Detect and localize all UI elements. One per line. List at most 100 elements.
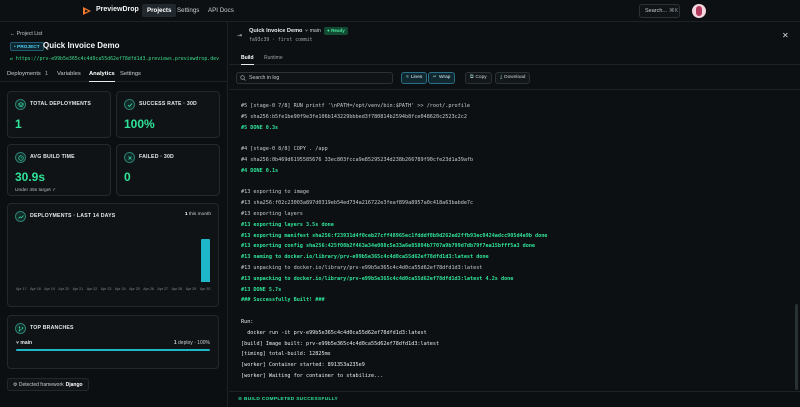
commit-hash: fa93c39 [249,38,270,43]
branches-title: TOP BRANCHES [30,325,74,331]
chart-x-tick-label: Apr 17 [16,287,27,291]
copy-icon: ⧉ [470,75,474,80]
tab-build[interactable]: Build [241,55,254,65]
commit-message: first commit [277,38,313,43]
preview-url-link[interactable]: ⇄ https://prv-e99b5e365c4c4d0ca55d62ef78… [10,56,219,62]
log-toolbar: Search in log ≡ Lines ↵ Wrap ⧉ Copy ⤓ Downlo… [229,66,800,90]
branch-stat: 1 deploy · 100% [174,340,210,346]
chart-x-tick-label: Apr 20 [58,287,70,291]
run-branch-text: main [309,28,321,34]
log-line: #13 unpacking to docker.io/library/prv-e… [241,264,483,271]
log-line: Run: [241,318,254,325]
log-line: [build] Image built: prv-e99b5e365c4c4d0… [241,340,440,347]
tab-runtime[interactable]: Runtime [264,55,283,65]
download-icon: ⤓ [500,75,503,80]
detected-framework-badge: ⚙ Detected framework Django [7,378,89,391]
download-button[interactable]: ⤓ Download [495,72,531,84]
run-commit: fa93c39 · first commit [249,38,313,43]
chart-x-tick-label: Apr 22 [86,287,98,291]
close-icon[interactable]: ✕ [782,31,789,40]
user-avatar[interactable] [692,4,706,18]
build-log-output[interactable]: #5 [stage-0 7/8] RUN printf '\nPATH=/opt… [241,101,786,382]
card-label: FAILED · 30D [139,154,174,160]
log-line: [worker] Container started: 891353a235e9 [241,362,365,369]
lines-label: Lines [410,75,423,80]
month-total-label: this month [188,212,211,217]
framework-value: Django [65,382,83,388]
chart-x-labels: Apr 17 Apr 18 Apr 19 Apr 20 Apr 21 Apr 22 Apr … [15,287,213,293]
app-logo-icon[interactable] [82,6,92,16]
top-bar: PreviewDrop Projects Settings API Docs S… [0,0,800,22]
log-line: ### Successfully Built! ### [241,297,325,304]
check-circle-icon [124,99,135,110]
wrap-toggle[interactable]: ↵ Wrap [428,72,456,84]
card-value: 30.9s [15,170,46,184]
log-line: #13 exporting config sha256:425f08b2f463… [241,243,536,250]
back-to-project-list-link[interactable]: ← Project List [10,31,42,37]
branch-count: 1 [173,340,177,346]
card-subtext: Under 45s target ✓ [15,188,57,193]
status-badge: ● Ready [324,27,348,35]
deployments-chart-card: DEPLOYMENTS · LAST 14 DAYS 1 this month … [7,203,219,307]
log-line: #4 DONE 0.1s [241,167,279,174]
chart-x-tick-label: Apr 24 [115,287,126,291]
layers-icon [15,99,26,110]
chart-x-tick-label: Apr 18 [30,287,41,291]
chart-x-tick-label: Apr 25 [129,287,140,291]
chart-month-total: 1 this month [185,212,211,217]
tab-deployments-count: 1 [44,71,49,77]
list-icon: ≡ [406,75,409,80]
log-line: #5 sha256:b5fe1be90f9e3fe106b143229bbbed… [241,113,467,120]
nav-api-docs[interactable]: API Docs [203,4,239,17]
wrap-label: Wrap [439,75,451,80]
project-tabs: Deployments 1 Variables Analytics Setting… [0,69,228,82]
log-line: #4 sha256:0b469d6195585676 33ec803fcca9e… [241,156,474,163]
preview-url-text: https://prv-e99b5e365c4c4d0ca55d62ef78df… [15,56,220,62]
card-label: AVG BUILD TIME [30,154,75,160]
tab-analytics[interactable]: Analytics [89,71,115,82]
log-search-input[interactable]: Search in log [236,72,393,84]
log-scrollbar[interactable] [795,304,798,390]
log-line: #13 exporting to image [241,189,310,196]
card-value: 1 [15,117,22,131]
lines-toggle[interactable]: ≡ Lines [401,72,428,84]
log-line: #13 DONE 5.7s [241,286,282,293]
tab-variables[interactable]: Variables [57,71,81,82]
arrow-left-icon: ← [10,31,17,37]
status-badge-text: Ready [331,28,345,33]
log-line: #4 [stage-0 8/8] COPY . /app [241,146,328,153]
top-branches-card: TOP BRANCHES ⑂ main 1 deploy · 100% [7,315,219,369]
search-label: Search... [645,8,668,14]
chart-x-tick-label: Apr 19 [44,287,55,291]
copy-label: Copy [475,75,487,80]
card-value: 100% [124,117,155,131]
chart-bars [15,239,213,282]
x-circle-icon [124,152,135,163]
chart-title: DEPLOYMENTS · LAST 14 DAYS [30,213,116,219]
back-link-label: Project List [16,31,43,37]
tab-settings[interactable]: Settings [120,71,141,82]
chart-x-tick-label: Apr 28 [171,287,183,291]
card-label: TOTAL DEPLOYMENTS [30,101,92,107]
branch-name-text: main [20,340,33,346]
chart-x-tick-label: Apr 30 [199,287,211,291]
global-search-button[interactable]: Search... ⌘K [639,4,680,18]
nav-settings[interactable]: Settings [172,4,204,17]
chart-x-tick-label: Apr 21 [72,287,84,291]
search-icon [240,75,246,81]
tab-deployments-label: Deployments [7,71,41,77]
app-name[interactable]: PreviewDrop [96,6,139,13]
framework-label: Detected framework [18,382,64,388]
log-subtabs: Build Runtime [229,53,800,65]
tab-deployments[interactable]: Deployments 1 [7,71,48,82]
chart-bar[interactable] [201,239,211,282]
collapse-panel-icon[interactable]: ⇥ [237,32,242,39]
clock-icon [15,152,26,163]
log-line: #13 sha256:f02c23003a897d0319eb54ed734a2… [241,200,474,207]
git-branch-icon [15,323,26,334]
copy-button[interactable]: ⧉ Copy [465,72,492,84]
project-title: Quick Invoice Demo [43,41,120,50]
log-line: #13 exporting layers [241,210,303,217]
